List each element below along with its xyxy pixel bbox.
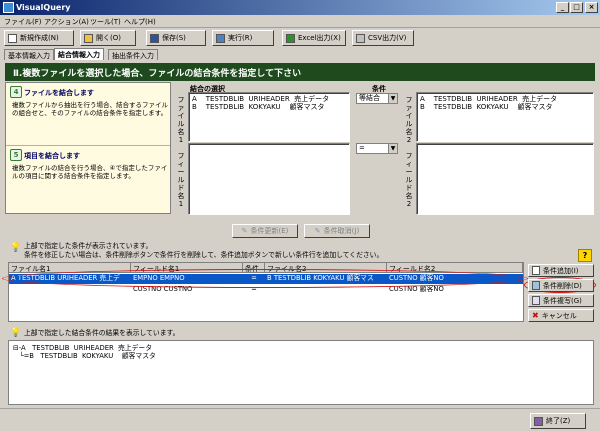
maximize-button[interactable]: □ xyxy=(570,2,583,13)
open-button[interactable]: 開く(O) xyxy=(80,30,136,46)
help-button[interactable]: ? xyxy=(578,249,592,262)
copy-condition-button[interactable]: 条件複写(G) xyxy=(528,294,594,307)
file2-row-b[interactable]: B TESTDBLIB KOKYAKU 顧客マスタ xyxy=(417,103,593,111)
menu-file[interactable]: ファイル(F) xyxy=(4,17,42,27)
chevron-down-icon[interactable]: ▼ xyxy=(388,144,397,153)
file1-vertical-label: ファイル名1 xyxy=(177,96,185,144)
page-banner: Ⅱ.複数ファイルを選択した場合、ファイルの結合条件を指定して下さい xyxy=(5,63,595,81)
csv-icon xyxy=(356,33,365,43)
lightbulb-icon: 💡 xyxy=(10,243,22,253)
new-button[interactable]: 新規作成(N) xyxy=(4,30,74,46)
footer-bar: 終了(Z) xyxy=(0,408,600,431)
save-button[interactable]: 保存(S) xyxy=(146,30,206,46)
menu-bar: ファイル(F) アクション(A) ツール(T) ヘルプ(H) xyxy=(0,15,600,28)
info-line-1: 上部で指定した条件が表示されています。 xyxy=(24,242,153,250)
highlight-ellipse-row xyxy=(2,269,528,288)
file2-vertical-label: ファイル名2 xyxy=(405,96,413,144)
toolbar: 新規作成(N) 開く(O) 保存(S) 実行(R) Excel出力(X) CSV… xyxy=(0,28,600,48)
lightbulb-icon: 💡 xyxy=(10,328,22,338)
eraser-icon: ✎ xyxy=(314,227,321,235)
app-icon xyxy=(3,2,14,13)
field2-list[interactable] xyxy=(416,143,594,215)
folder-icon xyxy=(84,33,93,43)
exit-door-icon xyxy=(534,416,543,426)
result-tree: ⊟-A TESTDBLIB URIHEADER 売上データ └=B TESTDB… xyxy=(8,340,594,405)
new-file-icon xyxy=(8,33,17,43)
tab-basic-info[interactable]: 基本情報入力 xyxy=(4,49,54,60)
minimize-button[interactable]: _ xyxy=(556,2,569,13)
file1-row-b[interactable]: B TESTDBLIB KOKYAKU 顧客マスタ xyxy=(189,103,349,111)
chevron-down-icon[interactable]: ▼ xyxy=(388,94,397,103)
field1-list[interactable] xyxy=(188,143,350,215)
file2-list[interactable]: A TESTDBLIB URIHEADER 売上データ B TESTDBLIB … xyxy=(416,92,594,142)
info-line-2: 条件を修正したい場合は、条件削除ボタンで条件行を削除して、条件追加ボタンで新しい… xyxy=(24,251,384,259)
guide-divider xyxy=(6,145,170,146)
info-result: 上部で指定した結合条件の結果を表示しています。 xyxy=(24,329,180,337)
tree-node-a[interactable]: ⊟-A TESTDBLIB URIHEADER 売上データ xyxy=(13,344,152,352)
guide-file-join-desc: 複数ファイルから抽出を行う場合、結合するファイルの組合せと、そのファイルの結合条… xyxy=(12,101,168,117)
excel-icon xyxy=(286,33,295,43)
tab-strip: 基本情報入力 結合情報入力 抽出条件入力 xyxy=(0,48,600,60)
delete-condition-button[interactable]: 条件削除(D) xyxy=(528,279,594,292)
add-condition-button[interactable]: 条件追加(I) xyxy=(528,264,594,277)
file1-list[interactable]: A TESTDBLIB URIHEADER 売上データ B TESTDBLIB … xyxy=(188,92,350,142)
field2-vertical-label: フィールド名2 xyxy=(405,152,413,208)
step-4-badge: 4 xyxy=(10,86,22,98)
cancel-button[interactable]: ✖ キャンセル xyxy=(528,309,594,322)
close-button[interactable]: × xyxy=(585,2,598,13)
close-x-icon: ✖ xyxy=(532,311,539,320)
menu-action[interactable]: アクション(A) xyxy=(44,17,89,27)
delete-icon xyxy=(532,281,540,290)
update-condition-button[interactable]: ✎ 条件更新(E) xyxy=(232,224,298,238)
run-button[interactable]: 実行(R) xyxy=(212,30,274,46)
menu-tools[interactable]: ツール(T) xyxy=(90,17,121,27)
add-icon xyxy=(532,266,540,275)
row2-file1[interactable] xyxy=(9,285,131,294)
guide-field-join-desc: 複数ファイルの結合を行う場合、④で指定したファイルの項目に関する結合条件を指定し… xyxy=(12,164,168,180)
save-icon xyxy=(150,33,159,43)
window-title: VisualQuery xyxy=(16,3,71,12)
file2-row-a[interactable]: A TESTDBLIB URIHEADER 売上データ xyxy=(417,95,593,103)
tab-join-info[interactable]: 結合情報入力 xyxy=(54,48,104,60)
step-5-badge: 5 xyxy=(10,149,22,161)
tab-extract-condition[interactable]: 抽出条件入力 xyxy=(108,49,158,60)
guide-panel: 4 ファイルを結合します 複数ファイルから抽出を行う場合、結合するファイルの組合… xyxy=(5,82,171,214)
guide-file-join-title: ファイルを結合します xyxy=(24,89,94,97)
pencil-icon: ✎ xyxy=(241,227,248,235)
menu-help[interactable]: ヘルプ(H) xyxy=(124,17,156,27)
title-bar: VisualQuery _ □ × xyxy=(0,0,600,15)
field1-vertical-label: フィールド名1 xyxy=(177,152,185,208)
operator-select[interactable]: = ▼ xyxy=(356,143,398,154)
cancel-condition-button[interactable]: ✎ 条件取消(J) xyxy=(304,224,370,238)
file1-row-a[interactable]: A TESTDBLIB URIHEADER 売上データ xyxy=(189,95,349,103)
run-icon xyxy=(216,33,225,43)
exit-button[interactable]: 終了(Z) xyxy=(530,413,586,429)
join-type-select[interactable]: 等結合 ▼ xyxy=(356,93,398,104)
excel-export-button[interactable]: Excel出力(X) xyxy=(282,30,346,46)
copy-icon xyxy=(532,296,540,305)
csv-export-button[interactable]: CSV出力(V) xyxy=(352,30,414,46)
tree-node-b[interactable]: └=B TESTDBLIB KOKYAKU 顧客マスタ xyxy=(13,352,155,360)
guide-field-join-title: 項目を結合します xyxy=(24,152,80,160)
